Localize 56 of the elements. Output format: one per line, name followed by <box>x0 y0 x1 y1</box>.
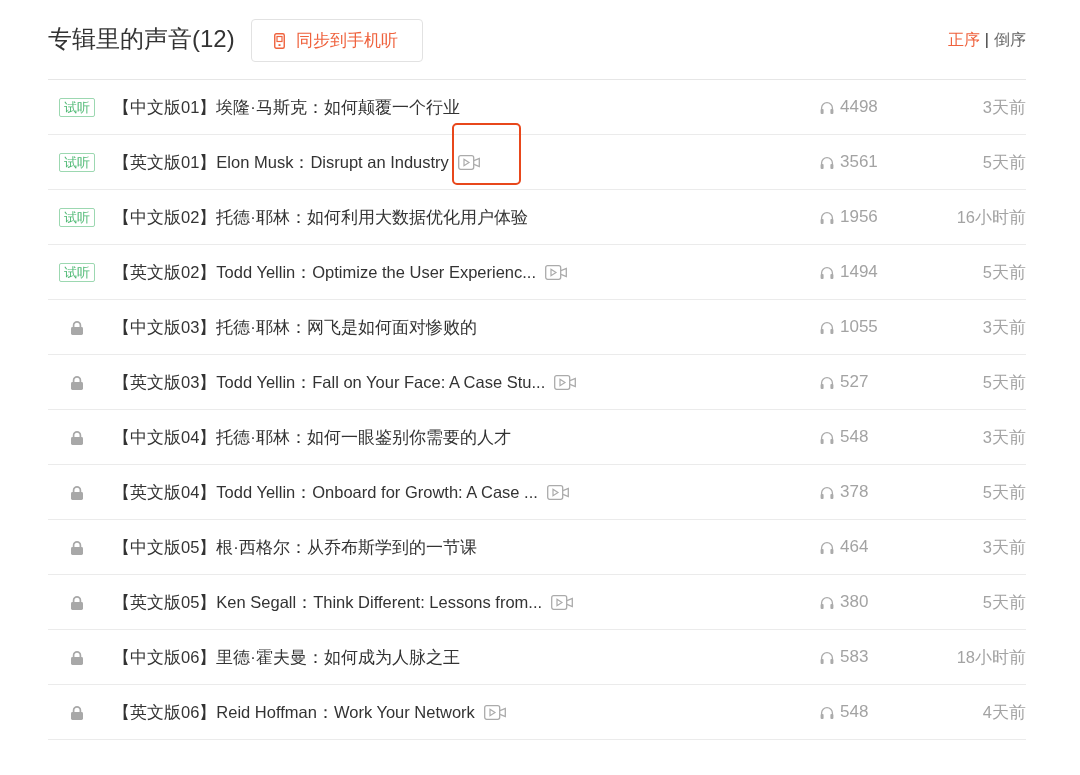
publish-time: 3天前 <box>981 96 1026 118</box>
episode-title[interactable]: 【中文版02】托德·耶林：如何利用大数据优化用户体验 <box>113 204 528 230</box>
trial-badge: 试听 <box>59 97 95 117</box>
headphones-icon <box>820 485 834 499</box>
play-count: 527 <box>840 371 869 394</box>
play-count: 548 <box>840 701 869 724</box>
headphones-icon <box>820 265 834 279</box>
play-count: 4498 <box>840 96 878 119</box>
publish-time: 5天前 <box>981 261 1026 283</box>
trial-badge: 试听 <box>59 152 95 172</box>
headphones-icon <box>820 540 834 554</box>
publish-time: 5天前 <box>981 591 1026 613</box>
episode-title[interactable]: 【中文版01】埃隆·马斯克：如何颠覆一个行业 <box>113 94 460 120</box>
album-title: 专辑里的声音(12) <box>48 25 235 54</box>
play-count: 1055 <box>840 316 878 339</box>
headphones-icon <box>820 155 834 169</box>
headphones-icon <box>820 375 834 389</box>
episode-title[interactable]: 【英文版04】Todd Yellin：Onboard for Growth: A Case ... <box>113 479 538 505</box>
publish-time: 5天前 <box>981 151 1026 173</box>
headphones-icon <box>820 430 834 444</box>
headphones-icon <box>820 705 834 719</box>
publish-time: 3天前 <box>981 536 1026 558</box>
publish-time: 3天前 <box>981 316 1026 338</box>
publish-time: 4天前 <box>981 701 1026 723</box>
publish-time: 16小时前 <box>955 206 1026 228</box>
play-count: 1956 <box>840 206 878 229</box>
episode-title[interactable]: 【英文版06】Reid Hoffman：Work Your Network <box>113 699 475 725</box>
play-count: 548 <box>840 426 869 449</box>
headphones-icon <box>820 595 834 609</box>
play-count: 1494 <box>840 261 878 284</box>
play-count: 378 <box>840 481 869 504</box>
trial-badge: 试听 <box>59 262 95 282</box>
play-count: 380 <box>840 591 869 614</box>
trial-badge: 试听 <box>59 207 95 227</box>
episode-title[interactable]: 【中文版04】托德·耶林：如何一眼鉴别你需要的人才 <box>113 424 511 450</box>
publish-time: 18小时前 <box>955 646 1026 668</box>
headphones-icon <box>820 210 834 224</box>
headphones-icon <box>820 100 834 114</box>
headphones-icon <box>820 320 834 334</box>
phone-icon <box>273 32 285 49</box>
play-count: 3561 <box>840 151 878 174</box>
sort-separator: | <box>984 29 989 50</box>
sort-order-link[interactable]: 倒序 <box>994 27 1026 52</box>
episode-title[interactable]: 【中文版03】托德·耶林：网飞是如何面对惨败的 <box>113 314 477 340</box>
publish-time: 3天前 <box>981 426 1026 448</box>
play-count: 583 <box>840 646 869 669</box>
episode-title[interactable]: 【中文版05】根·西格尔：从乔布斯学到的一节课 <box>113 534 477 560</box>
play-count: 464 <box>840 536 869 559</box>
episode-title[interactable]: 【英文版03】Todd Yellin：Fall on Your Face: A Case Stu... <box>113 369 546 395</box>
episode-title[interactable]: 【中文版06】里德·霍夫曼：如何成为人脉之王 <box>113 644 460 670</box>
episode-title[interactable]: 【英文版05】Ken Segall：Think Different: Lessons from... <box>113 589 543 615</box>
headphones-icon <box>820 650 834 664</box>
publish-time: 5天前 <box>981 481 1026 503</box>
episode-title[interactable]: 【英文版02】Todd Yellin：Optimize the User Experienc... <box>113 259 536 285</box>
episode-title[interactable]: 【英文版01】Elon Musk：Disrupt an Industry <box>113 149 449 175</box>
publish-time: 5天前 <box>981 371 1026 393</box>
